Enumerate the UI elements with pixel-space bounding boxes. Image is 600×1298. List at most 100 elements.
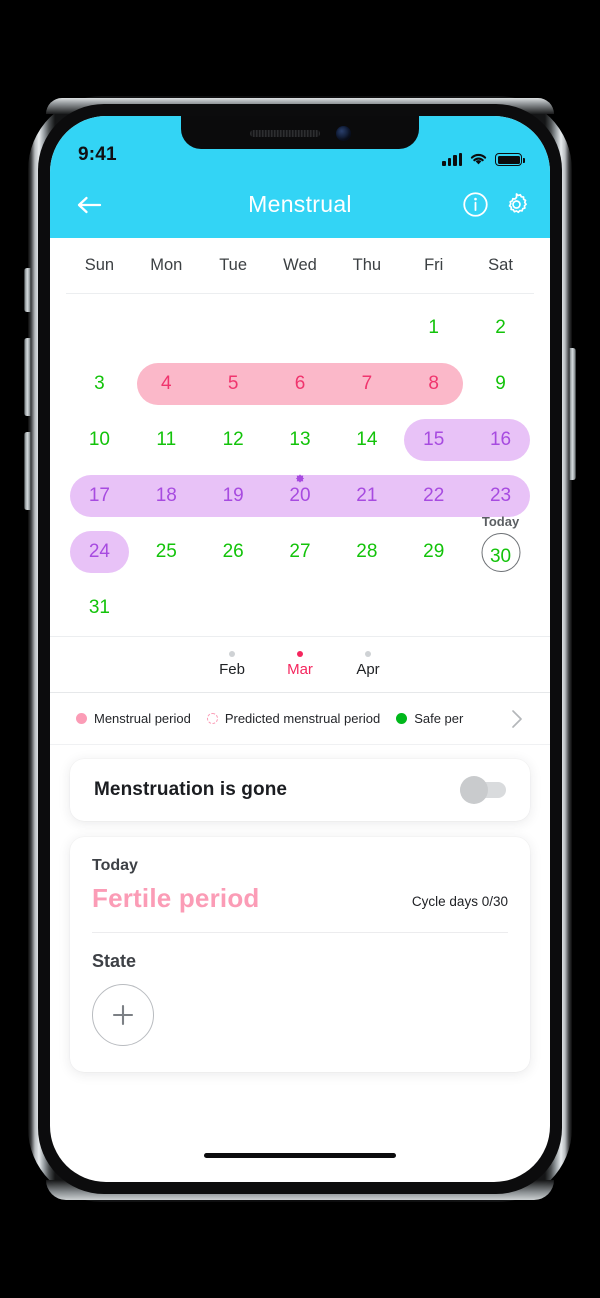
calendar-day-number: 23 bbox=[489, 485, 512, 506]
calendar-day-number: 31 bbox=[88, 597, 110, 618]
calendar-day-number: 1 bbox=[428, 317, 439, 338]
calendar-day-empty bbox=[400, 580, 467, 636]
calendar-day-empty bbox=[467, 580, 534, 636]
power-button[interactable] bbox=[569, 348, 576, 480]
calendar-week-row: 24 25 26 27 28 29 Today 30 bbox=[66, 514, 534, 580]
calendar-day-18[interactable]: 18 bbox=[133, 468, 200, 524]
calendar-day-number: 2 bbox=[495, 317, 506, 338]
calendar-weekday-row: Sun Mon Tue Wed Thu Fri Sat bbox=[66, 238, 534, 294]
calendar-day-16[interactable]: 16 bbox=[467, 412, 534, 468]
calendar-day-2[interactable]: 2 bbox=[467, 300, 534, 356]
wifi-icon bbox=[470, 153, 487, 165]
month-tab-feb[interactable]: Feb bbox=[211, 651, 253, 678]
calendar-day-5[interactable]: 5 bbox=[200, 356, 267, 412]
cycle-days: Cycle days 0/30 bbox=[412, 894, 508, 914]
month-tab-label: Apr bbox=[356, 661, 380, 678]
menstruation-gone-title: Menstruation is gone bbox=[94, 779, 288, 800]
calendar-day-number: 9 bbox=[495, 373, 506, 394]
calendar-day-13[interactable]: 13 bbox=[267, 412, 334, 468]
volume-up-button[interactable] bbox=[24, 338, 31, 416]
calendar-day-17[interactable]: 17 bbox=[66, 468, 133, 524]
calendar-day-28[interactable]: 28 bbox=[333, 524, 400, 580]
calendar-day-9[interactable]: 9 bbox=[467, 356, 534, 412]
calendar-day-1[interactable]: 1 bbox=[400, 300, 467, 356]
plus-icon bbox=[112, 1004, 134, 1026]
calendar-day-19[interactable]: 19 bbox=[200, 468, 267, 524]
calendar-day-14[interactable]: 14 bbox=[333, 412, 400, 468]
calendar-day-empty bbox=[200, 580, 267, 636]
month-tab-apr[interactable]: Apr bbox=[347, 651, 389, 678]
info-circle-icon[interactable] bbox=[462, 191, 489, 218]
calendar-day-empty bbox=[200, 300, 267, 356]
calendar-day-number: 27 bbox=[289, 541, 311, 562]
legend-label-menstrual: Menstrual period bbox=[94, 711, 191, 726]
calendar-day-number: 7 bbox=[361, 373, 373, 394]
calendar-day-number: 28 bbox=[356, 541, 378, 562]
calendar-day-7[interactable]: 7 bbox=[333, 356, 400, 412]
month-indicator-dot-icon bbox=[229, 651, 235, 657]
content-area: Menstruation is gone Today Fertile perio… bbox=[50, 745, 550, 1072]
menstrual-period-dot-icon bbox=[76, 713, 87, 724]
calendar-day-15[interactable]: 15 bbox=[400, 412, 467, 468]
menstruation-gone-toggle[interactable] bbox=[460, 776, 506, 804]
card-divider bbox=[92, 932, 508, 933]
mute-switch-button[interactable] bbox=[24, 268, 31, 312]
calendar-day-number: 29 bbox=[423, 541, 445, 562]
calendar-week-row: 3 4 5 6 7 8 9 bbox=[66, 356, 534, 412]
calendar-day-empty bbox=[66, 300, 133, 356]
cycle-days-label: Cycle days bbox=[411, 894, 478, 909]
battery-icon bbox=[495, 153, 525, 166]
calendar-day-6[interactable]: 6 bbox=[267, 356, 334, 412]
calendar-day-20[interactable]: 20 bbox=[267, 468, 334, 524]
state-label: State bbox=[92, 951, 137, 971]
toggle-knob bbox=[460, 776, 488, 804]
month-indicator-dot-icon bbox=[297, 651, 303, 657]
legend-item-predicted[interactable]: Predicted menstrual period bbox=[206, 711, 381, 726]
home-indicator[interactable] bbox=[204, 1153, 396, 1158]
calendar-day-10[interactable]: 10 bbox=[66, 412, 133, 468]
calendar-day-number: 17 bbox=[88, 485, 110, 506]
weekday-sun: Sun bbox=[84, 256, 115, 274]
calendar-day-29[interactable]: 29 bbox=[400, 524, 467, 580]
calendar-day-empty bbox=[267, 580, 334, 636]
calendar-day-3[interactable]: 3 bbox=[66, 356, 133, 412]
weekday-mon: Mon bbox=[150, 256, 183, 274]
month-tab-mar[interactable]: Mar bbox=[279, 651, 321, 678]
calendar-day-empty bbox=[133, 300, 200, 356]
ovulation-flower-icon bbox=[295, 474, 305, 483]
calendar-day-number: 10 bbox=[88, 429, 110, 450]
legend-item-safe[interactable]: Safe per bbox=[396, 711, 463, 726]
calendar-day-number: 21 bbox=[356, 485, 378, 506]
back-button[interactable] bbox=[72, 188, 106, 222]
chevron-right-icon[interactable] bbox=[509, 706, 526, 732]
calendar-day-number: 25 bbox=[155, 541, 177, 562]
today-marker-label: Today bbox=[481, 514, 520, 529]
calendar-day-11[interactable]: 11 bbox=[133, 412, 200, 468]
calendar-day-27[interactable]: 27 bbox=[267, 524, 334, 580]
calendar-day-31[interactable]: 31 bbox=[66, 580, 133, 636]
back-arrow-icon bbox=[77, 196, 102, 213]
calendar-day-12[interactable]: 12 bbox=[200, 412, 267, 468]
today-label: Today bbox=[92, 857, 138, 874]
gear-icon[interactable] bbox=[503, 191, 530, 218]
calendar-day-25[interactable]: 25 bbox=[133, 524, 200, 580]
calendar-day-26[interactable]: 26 bbox=[200, 524, 267, 580]
cellular-signal-icon bbox=[442, 153, 462, 166]
add-state-button[interactable] bbox=[92, 984, 154, 1046]
legend-label-predicted: Predicted menstrual period bbox=[224, 711, 381, 726]
calendar-day-4[interactable]: 4 bbox=[133, 356, 200, 412]
calendar-day-22[interactable]: 22 bbox=[400, 468, 467, 524]
calendar-day-24[interactable]: 24 bbox=[66, 524, 133, 580]
calendar-day-number: 13 bbox=[289, 429, 311, 450]
volume-down-button[interactable] bbox=[24, 432, 31, 510]
month-indicator-dot-icon bbox=[365, 651, 371, 657]
calendar-day-21[interactable]: 21 bbox=[333, 468, 400, 524]
calendar-day-30[interactable]: Today 30 bbox=[467, 514, 534, 580]
speaker-grille-icon bbox=[249, 130, 320, 137]
legend-item-menstrual[interactable]: Menstrual period bbox=[76, 711, 191, 726]
weekday-thu: Thu bbox=[352, 256, 382, 274]
calendar-day-8[interactable]: 8 bbox=[400, 356, 467, 412]
calendar-day-number: 3 bbox=[94, 373, 105, 394]
calendar-week-row: 12 bbox=[66, 300, 534, 356]
calendar-day-empty bbox=[133, 580, 200, 636]
